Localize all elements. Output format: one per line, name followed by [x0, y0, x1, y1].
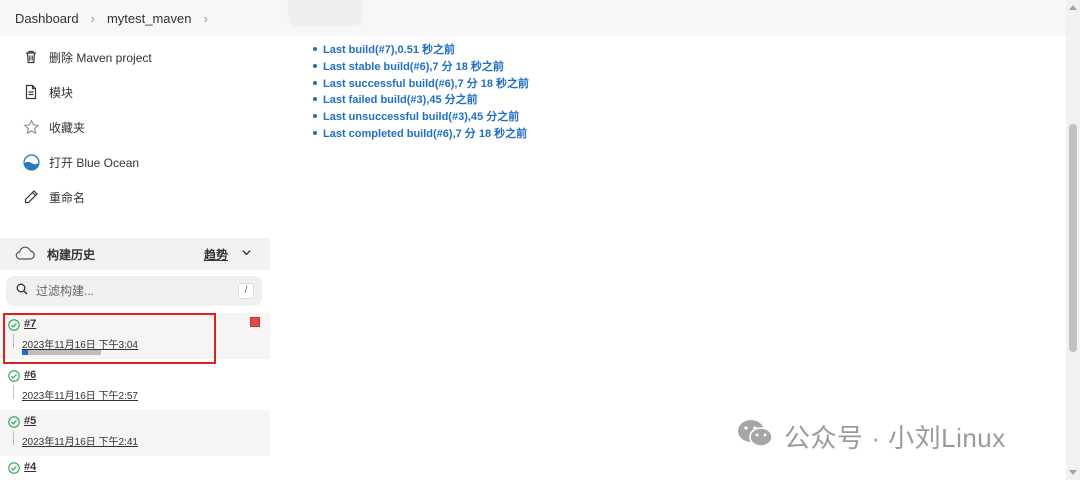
- task-modules[interactable]: 模块: [22, 83, 73, 101]
- success-check-icon: [8, 415, 20, 433]
- permalink-item: Last unsuccessful build(#3),45 分之前: [313, 108, 529, 125]
- permalink-item: Last stable build(#6),7 分 18 秒之前: [313, 58, 529, 75]
- permalink-last-unsuccessful[interactable]: Last unsuccessful build(#3),45 分之前: [323, 108, 519, 124]
- build-row[interactable]: #4: [0, 456, 270, 480]
- build-number[interactable]: #4: [24, 461, 36, 473]
- breadcrumb: Dashboard › mytest_maven ›: [0, 0, 1066, 36]
- cloud-icon: [15, 246, 35, 263]
- build-filter-input[interactable]: [36, 284, 216, 298]
- build-number[interactable]: #5: [24, 415, 36, 427]
- bullet-icon: [313, 80, 317, 85]
- shortcut-hint: /: [238, 283, 254, 299]
- permalink-item: Last failed build(#3),45 分之前: [313, 91, 529, 108]
- build-number[interactable]: #6: [24, 369, 36, 381]
- permalink-last-successful[interactable]: Last successful build(#6),7 分 18 秒之前: [323, 75, 529, 91]
- task-rename[interactable]: 重命名: [22, 188, 85, 206]
- chevron-down-icon[interactable]: [241, 247, 252, 261]
- trend-link[interactable]: 趋势: [204, 246, 228, 263]
- timeline-line: [13, 385, 14, 399]
- pencil-icon: [22, 188, 40, 206]
- permalink-item: Last build(#7),0.51 秒之前: [313, 41, 529, 58]
- breadcrumb-dashboard[interactable]: Dashboard: [15, 11, 79, 26]
- build-history-title: 构建历史: [47, 247, 96, 262]
- bullet-icon: [313, 64, 317, 69]
- task-label: 打开 Blue Ocean: [49, 155, 140, 170]
- bullet-icon: [313, 130, 317, 135]
- build-progress-bar: [22, 350, 101, 355]
- search-icon: [16, 282, 28, 300]
- success-check-icon: [8, 461, 20, 479]
- build-time[interactable]: 2023年11月16日 下午2:41: [22, 433, 138, 448]
- bullet-icon: [313, 47, 317, 52]
- timeline-line: [13, 334, 14, 348]
- watermark: 公众号 · 小刘Linux: [736, 418, 1006, 455]
- cancel-build-icon[interactable]: [250, 317, 260, 327]
- watermark-text: 公众号 · 小刘Linux: [784, 423, 1006, 453]
- scrollbar-thumb[interactable]: [1069, 124, 1077, 352]
- bullet-icon: [313, 114, 317, 119]
- task-label: 模块: [49, 85, 74, 100]
- permalink-item: Last successful build(#6),7 分 18 秒之前: [313, 74, 529, 91]
- blue-ocean-icon: [22, 153, 40, 171]
- build-progress-fill: [22, 350, 29, 355]
- blurred-tab: [288, 0, 362, 26]
- task-label: 删除 Maven project: [49, 50, 152, 65]
- trash-icon: [22, 48, 40, 66]
- chevron-right-icon[interactable]: ›: [204, 11, 208, 26]
- scroll-up-icon[interactable]: [1069, 5, 1077, 10]
- bullet-icon: [313, 97, 317, 102]
- scroll-down-icon[interactable]: [1069, 470, 1077, 475]
- build-number[interactable]: #7: [24, 318, 36, 330]
- vertical-scrollbar[interactable]: [1066, 0, 1080, 480]
- success-check-icon: [8, 318, 20, 336]
- build-history-header: 构建历史 趋势: [0, 238, 270, 270]
- task-delete-project[interactable]: 删除 Maven project: [22, 48, 152, 66]
- document-icon: [22, 83, 40, 101]
- build-row[interactable]: #6 2023年11月16日 下午2:57: [0, 364, 270, 410]
- permalink-last-completed[interactable]: Last completed build(#6),7 分 18 秒之前: [323, 125, 527, 141]
- build-filter: /: [6, 276, 262, 306]
- permalink-item: Last completed build(#6),7 分 18 秒之前: [313, 124, 529, 141]
- permalinks: Last build(#7),0.51 秒之前 Last stable buil…: [313, 41, 529, 141]
- task-label: 重命名: [49, 190, 86, 205]
- wechat-icon: [736, 418, 774, 455]
- build-row[interactable]: #7 2023年11月16日 下午3:04: [0, 313, 270, 359]
- build-time[interactable]: 2023年11月16日 下午2:57: [22, 387, 138, 402]
- breadcrumb-project[interactable]: mytest_maven: [107, 11, 192, 26]
- task-favorites[interactable]: 收藏夹: [22, 118, 85, 136]
- star-icon: [22, 118, 40, 136]
- permalink-last-build[interactable]: Last build(#7),0.51 秒之前: [323, 41, 455, 57]
- permalink-last-stable[interactable]: Last stable build(#6),7 分 18 秒之前: [323, 58, 504, 74]
- success-check-icon: [8, 369, 20, 387]
- task-label: 收藏夹: [49, 120, 86, 135]
- build-row[interactable]: #5 2023年11月16日 下午2:41: [0, 410, 270, 456]
- chevron-right-icon: ›: [90, 10, 95, 26]
- permalink-list: Last build(#7),0.51 秒之前 Last stable buil…: [313, 41, 529, 141]
- timeline-line: [13, 431, 14, 445]
- task-blue-ocean[interactable]: 打开 Blue Ocean: [22, 153, 139, 171]
- build-time[interactable]: 2023年11月16日 下午3:04: [22, 336, 138, 351]
- permalink-last-failed[interactable]: Last failed build(#3),45 分之前: [323, 91, 478, 107]
